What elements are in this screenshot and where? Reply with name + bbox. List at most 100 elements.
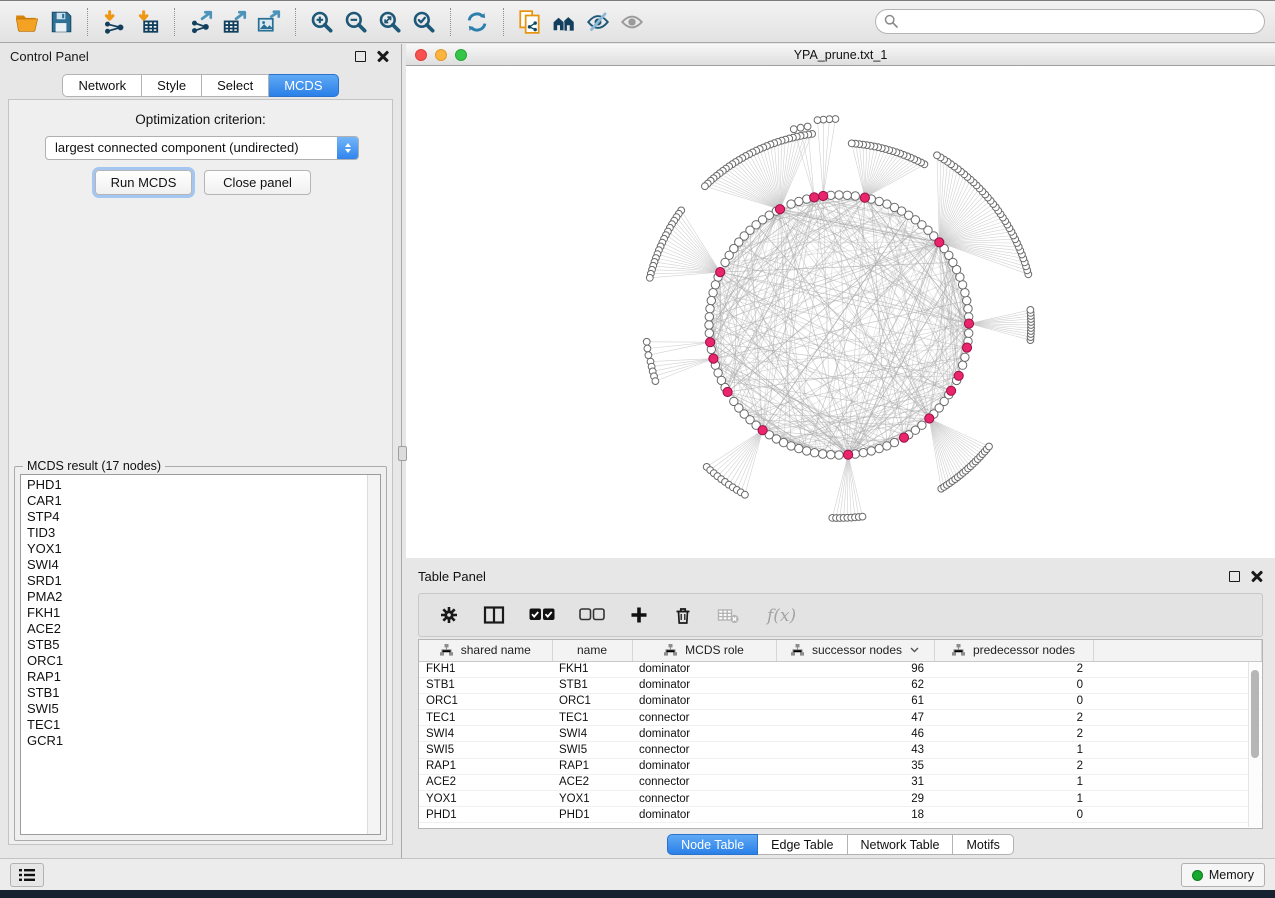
table-row[interactable]: FKH1FKH1dominator962 <box>419 661 1262 677</box>
network-canvas[interactable] <box>406 66 1275 559</box>
column-header-MCDS-role[interactable]: MCDS role <box>632 640 776 661</box>
add-column-button[interactable] <box>629 605 649 625</box>
open-file-button[interactable] <box>10 6 44 38</box>
control-panel-title: Control Panel <box>10 49 89 64</box>
delete-columns-button[interactable] <box>673 605 693 625</box>
table-row[interactable]: STB1STB1dominator620 <box>419 677 1262 693</box>
table-row[interactable]: RAP1RAP1dominator352 <box>419 758 1262 774</box>
mcds-result-item[interactable]: RAP1 <box>21 669 366 685</box>
column-header-shared-name[interactable]: shared name <box>419 640 552 661</box>
table-row[interactable]: YOX1YOX1connector291 <box>419 791 1262 807</box>
show-all-button[interactable] <box>547 6 581 38</box>
table-panel: Table Panel <box>406 564 1275 858</box>
mcds-result-item[interactable]: PHD1 <box>21 477 366 493</box>
export-network-button[interactable] <box>184 6 218 38</box>
delete-table-button[interactable] <box>717 606 741 624</box>
column-header-name[interactable]: name <box>552 640 632 661</box>
show-columns-button[interactable] <box>483 605 505 625</box>
optimization-criterion-select[interactable]: largest connected component (undirected) <box>45 136 359 160</box>
search-input[interactable] <box>875 9 1265 34</box>
mcds-result-item[interactable]: FKH1 <box>21 605 366 621</box>
table-row[interactable]: SWI5SWI5connector431 <box>419 742 1262 758</box>
zoom-out-button[interactable] <box>339 6 373 38</box>
panel-splitter-handle[interactable] <box>398 446 407 461</box>
import-network-button[interactable] <box>97 6 131 38</box>
float-table-panel-button[interactable] <box>1229 571 1240 582</box>
node-table[interactable]: shared namenameMCDS rolesuccessor nodesp… <box>419 640 1262 823</box>
mcds-result-item[interactable]: STB1 <box>21 685 366 701</box>
control-tab-mcds[interactable]: MCDS <box>269 74 338 97</box>
mcds-result-item[interactable]: GCR1 <box>21 733 366 749</box>
column-type-icon <box>440 644 453 656</box>
mcds-result-item[interactable]: TID3 <box>21 525 366 541</box>
mcds-result-item[interactable]: STP4 <box>21 509 366 525</box>
main-toolbar <box>0 1 1275 43</box>
mcds-result-list[interactable]: PHD1CAR1STP4TID3YOX1SWI4SRD1PMA2FKH1ACE2… <box>20 474 381 835</box>
table-row[interactable]: TEC1TEC1connector472 <box>419 710 1262 726</box>
table-tab-motifs[interactable]: Motifs <box>953 834 1013 855</box>
mcds-result-item[interactable]: TEC1 <box>21 717 366 733</box>
table-scrollbar-thumb[interactable] <box>1251 670 1259 758</box>
table-row[interactable]: ORC1ORC1dominator610 <box>419 693 1262 709</box>
table-row[interactable]: PHD1PHD1dominator180 <box>419 807 1262 823</box>
new-network-from-selection-button[interactable] <box>513 6 547 38</box>
mcds-result-item[interactable]: ACE2 <box>21 621 366 637</box>
mcds-result-item[interactable]: STB5 <box>21 637 366 653</box>
toolbar-separator <box>503 8 504 36</box>
new-network-document-icon <box>517 9 543 35</box>
export-table-button[interactable] <box>218 6 252 38</box>
network-window-title: YPA_prune.txt_1 <box>406 48 1275 62</box>
trash-icon <box>673 605 693 625</box>
table-tab-network-table[interactable]: Network Table <box>848 834 954 855</box>
close-table-panel-button[interactable] <box>1251 570 1263 582</box>
table-tab-node-table[interactable]: Node Table <box>667 834 758 855</box>
close-panel-button[interactable] <box>377 50 389 62</box>
show-hidden-button[interactable] <box>615 6 649 38</box>
control-tab-select[interactable]: Select <box>202 74 269 97</box>
export-image-icon <box>256 9 282 35</box>
table-row[interactable]: ACE2ACE2connector311 <box>419 774 1262 790</box>
table-row[interactable]: SWI4SWI4dominator462 <box>419 726 1262 742</box>
close-panel-button-mcds[interactable]: Close panel <box>204 170 311 195</box>
toolbar-separator <box>295 8 296 36</box>
zoom-selected-button[interactable] <box>407 6 441 38</box>
mcds-result-item[interactable]: YOX1 <box>21 541 366 557</box>
column-header-predecessor-nodes[interactable]: predecessor nodes <box>934 640 1093 661</box>
import-table-button[interactable] <box>131 6 165 38</box>
save-session-button[interactable] <box>44 6 78 38</box>
table-options-gear-button[interactable] <box>439 605 459 625</box>
run-mcds-button[interactable]: Run MCDS <box>95 170 192 195</box>
toolbar-separator <box>450 8 451 36</box>
mcds-result-item[interactable]: PMA2 <box>21 589 366 605</box>
float-panel-button[interactable] <box>355 51 366 62</box>
mcds-result-item[interactable]: CAR1 <box>21 493 366 509</box>
control-tab-style[interactable]: Style <box>142 74 202 97</box>
zoom-fit-button[interactable] <box>373 6 407 38</box>
mcds-result-item[interactable]: ORC1 <box>21 653 366 669</box>
mcds-result-item[interactable]: SRD1 <box>21 573 366 589</box>
zoom-selected-icon <box>411 9 437 35</box>
hide-selected-button[interactable] <box>581 6 615 38</box>
control-panel-header: Control Panel <box>0 44 401 70</box>
function-builder-button[interactable]: f(x) <box>765 604 799 626</box>
zoom-in-button[interactable] <box>305 6 339 38</box>
search-box <box>875 9 1265 34</box>
select-all-checkboxes-button[interactable] <box>529 607 555 623</box>
mcds-result-item[interactable]: SWI5 <box>21 701 366 717</box>
mcds-list-scrollbar[interactable] <box>367 475 380 834</box>
table-tab-edge-table[interactable]: Edge Table <box>758 834 847 855</box>
refresh-icon <box>464 9 490 35</box>
unchecked-boxes-icon <box>579 607 605 623</box>
refresh-button[interactable] <box>460 6 494 38</box>
deselect-all-checkboxes-button[interactable] <box>579 607 605 623</box>
svg-text:f(x): f(x) <box>765 606 796 626</box>
mcds-result-item[interactable]: SWI4 <box>21 557 366 573</box>
control-tab-network[interactable]: Network <box>62 74 142 97</box>
export-image-button[interactable] <box>252 6 286 38</box>
table-scrollbar[interactable] <box>1248 662 1261 827</box>
task-history-button[interactable] <box>10 863 44 887</box>
column-header-successor-nodes[interactable]: successor nodes <box>776 640 934 661</box>
eye-slash-icon <box>585 9 611 35</box>
memory-button[interactable]: Memory <box>1181 863 1265 887</box>
zoom-out-icon <box>343 9 369 35</box>
